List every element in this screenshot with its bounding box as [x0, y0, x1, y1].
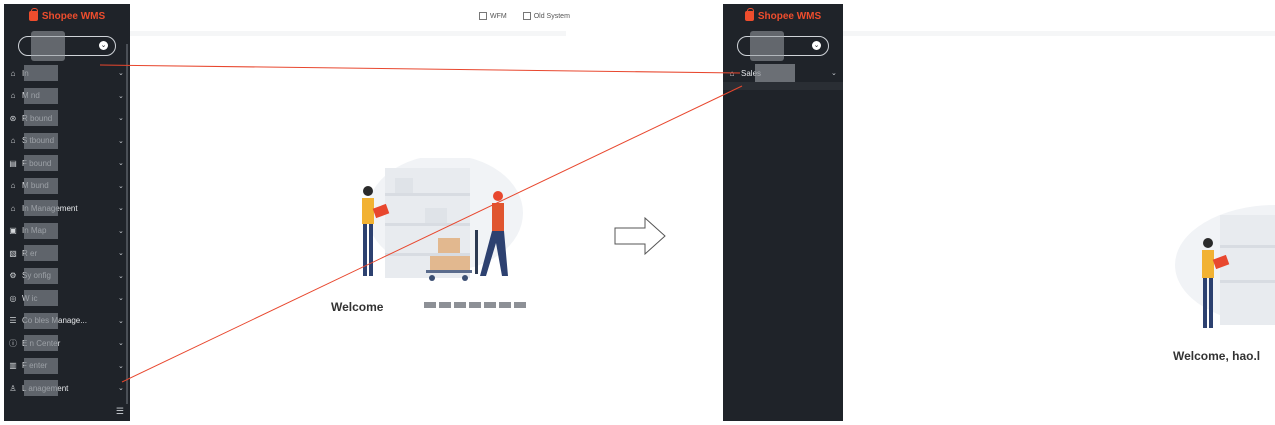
chevron-down-icon: ⌄ — [118, 317, 124, 325]
old-system-label: Old System — [533, 12, 570, 20]
sidebar-item[interactable]: ⓘE n Center⌄ — [4, 332, 130, 355]
return-icon: ⊛ — [9, 113, 17, 123]
redacted-label — [24, 65, 58, 81]
redacted-label — [24, 245, 58, 261]
report-icon: ▧ — [9, 248, 17, 258]
warehouse-illustration — [362, 158, 523, 281]
store-icon: ▥ — [9, 361, 17, 371]
clock-icon: ◎ — [9, 293, 17, 303]
redacted-warehouse-name — [31, 31, 65, 61]
home-icon: ⌂ — [10, 136, 16, 146]
annotation-line-1 — [99, 64, 741, 74]
redacted-label — [24, 87, 58, 104]
list-icon: ☰ — [9, 316, 17, 326]
app-logo[interactable]: Shopee WMS — [723, 4, 843, 28]
sidebar-left: Shopee WMS ⌄ ⌂In⌄⌂M nd⌄⊛R bound⌄⌂S tboun… — [4, 4, 130, 421]
sidebar-menu: ⌂In⌄⌂M nd⌄⊛R bound⌄⌂S tbound⌄▤F bound⌄⌂M… — [4, 62, 130, 400]
chevron-down-icon: ⌄ — [118, 385, 124, 393]
redacted-label — [24, 335, 58, 351]
warehouse-select[interactable]: ⌄ — [18, 31, 116, 61]
sidebar-item[interactable]: ⌂M nd⌄ — [4, 85, 130, 108]
redacted-label — [24, 222, 58, 239]
submenu-area — [723, 82, 843, 90]
warehouse-select[interactable]: ⌄ — [737, 31, 829, 61]
external-link-icon — [479, 12, 487, 20]
sidebar-item[interactable]: ⌂In⌄ — [4, 62, 130, 85]
redacted-label — [24, 177, 58, 194]
sidebar-item[interactable]: ⌂In Management⌄ — [4, 197, 130, 220]
sidebar-item[interactable]: ☰Co bles Manage...⌄ — [4, 310, 130, 333]
chevron-down-icon: ⌄ — [118, 115, 124, 123]
old-system-link[interactable]: Old System — [522, 12, 570, 20]
redacted-label — [24, 290, 58, 306]
redacted-label — [24, 357, 58, 374]
redacted-username — [424, 302, 526, 308]
home-icon: ⌂ — [10, 181, 16, 191]
sidebar-item[interactable]: ◎W ic⌄ — [4, 287, 130, 310]
header-divider — [130, 31, 566, 36]
sidebar-item[interactable]: ▣In Map⌄ — [4, 220, 130, 243]
redacted-warehouse-name — [750, 31, 784, 61]
welcome-text: Welcome, hao.l — [1173, 349, 1261, 363]
sidebar-scrollbar[interactable] — [126, 44, 128, 404]
sidebar-item[interactable]: ▤F bound⌄ — [4, 152, 130, 175]
logo-text: Shopee WMS — [757, 10, 822, 22]
map-icon: ▣ — [9, 226, 17, 236]
user-icon: ♙ — [9, 383, 17, 393]
home-icon: ⌂ — [10, 68, 16, 78]
menu-collapse-icon[interactable]: ☰ — [116, 406, 124, 417]
chevron-down-icon: ⌄ — [118, 182, 124, 190]
header-divider — [843, 31, 1275, 36]
sidebar-item[interactable]: ⌂M bund⌄ — [4, 175, 130, 198]
logo-text: Shopee WMS — [41, 10, 106, 22]
wfm-label: WFM — [490, 12, 507, 20]
sidebar-right: Shopee WMS ⌄ ⌂ Sales ⌄ — [723, 4, 843, 421]
sidebar-item[interactable]: ▧R er⌄ — [4, 242, 130, 265]
chevron-down-icon: ⌄ — [118, 250, 124, 258]
chevron-down-icon: ⌄ — [118, 295, 124, 303]
redacted-label — [24, 200, 58, 216]
warehouse-icon: ⌂ — [10, 203, 16, 213]
chevron-down-icon: ⌄ — [118, 70, 124, 78]
sidebar-item[interactable]: ⊛R bound⌄ — [4, 107, 130, 130]
external-link-icon — [522, 12, 531, 20]
redacted-label — [24, 155, 58, 171]
chevron-down-icon: ⌄ — [99, 41, 108, 50]
annotation-arrows — [99, 64, 743, 383]
chevron-down-icon: ⌄ — [118, 205, 124, 213]
sidebar-item[interactable]: ⌂S tbound⌄ — [4, 130, 130, 153]
chevron-down-icon: ⌄ — [118, 340, 124, 348]
redacted-label — [24, 132, 58, 149]
redacted-label — [24, 312, 58, 329]
chevron-down-icon: ⌄ — [118, 272, 124, 280]
welcome-text: Welcome — [331, 300, 384, 314]
shopee-bag-icon — [744, 8, 754, 21]
wfm-link[interactable]: WFM — [479, 12, 507, 20]
shopee-bag-icon — [28, 8, 38, 21]
gear-icon: ⚙ — [9, 271, 17, 281]
info-icon: ⓘ — [9, 338, 17, 348]
home-icon: ⌂ — [729, 68, 735, 78]
sidebar-item[interactable]: ♙L anagement⌄ — [4, 377, 130, 400]
chevron-down-icon: ⌄ — [831, 70, 837, 78]
chevron-down-icon: ⌄ — [118, 137, 124, 145]
chevron-down-icon: ⌄ — [812, 41, 821, 50]
redacted-label — [24, 380, 58, 396]
chevron-down-icon: ⌄ — [118, 362, 124, 370]
transition-arrow-icon — [614, 216, 666, 256]
redacted-label — [24, 110, 58, 126]
redacted-label — [24, 267, 58, 284]
sidebar-item[interactable]: ⚙Sy onfig⌄ — [4, 265, 130, 288]
topbar-links: WFM Old System — [479, 12, 570, 20]
redacted-label — [755, 64, 795, 82]
app-logo[interactable]: Shopee WMS — [4, 4, 130, 28]
chevron-down-icon: ⌄ — [118, 160, 124, 168]
sidebar-item[interactable]: ▥F enter⌄ — [4, 355, 130, 378]
table-icon: ▤ — [9, 158, 17, 168]
warehouse-illustration — [1175, 205, 1275, 328]
chevron-down-icon: ⌄ — [118, 227, 124, 235]
home-icon: ⌂ — [10, 91, 16, 101]
chevron-down-icon: ⌄ — [118, 92, 124, 100]
